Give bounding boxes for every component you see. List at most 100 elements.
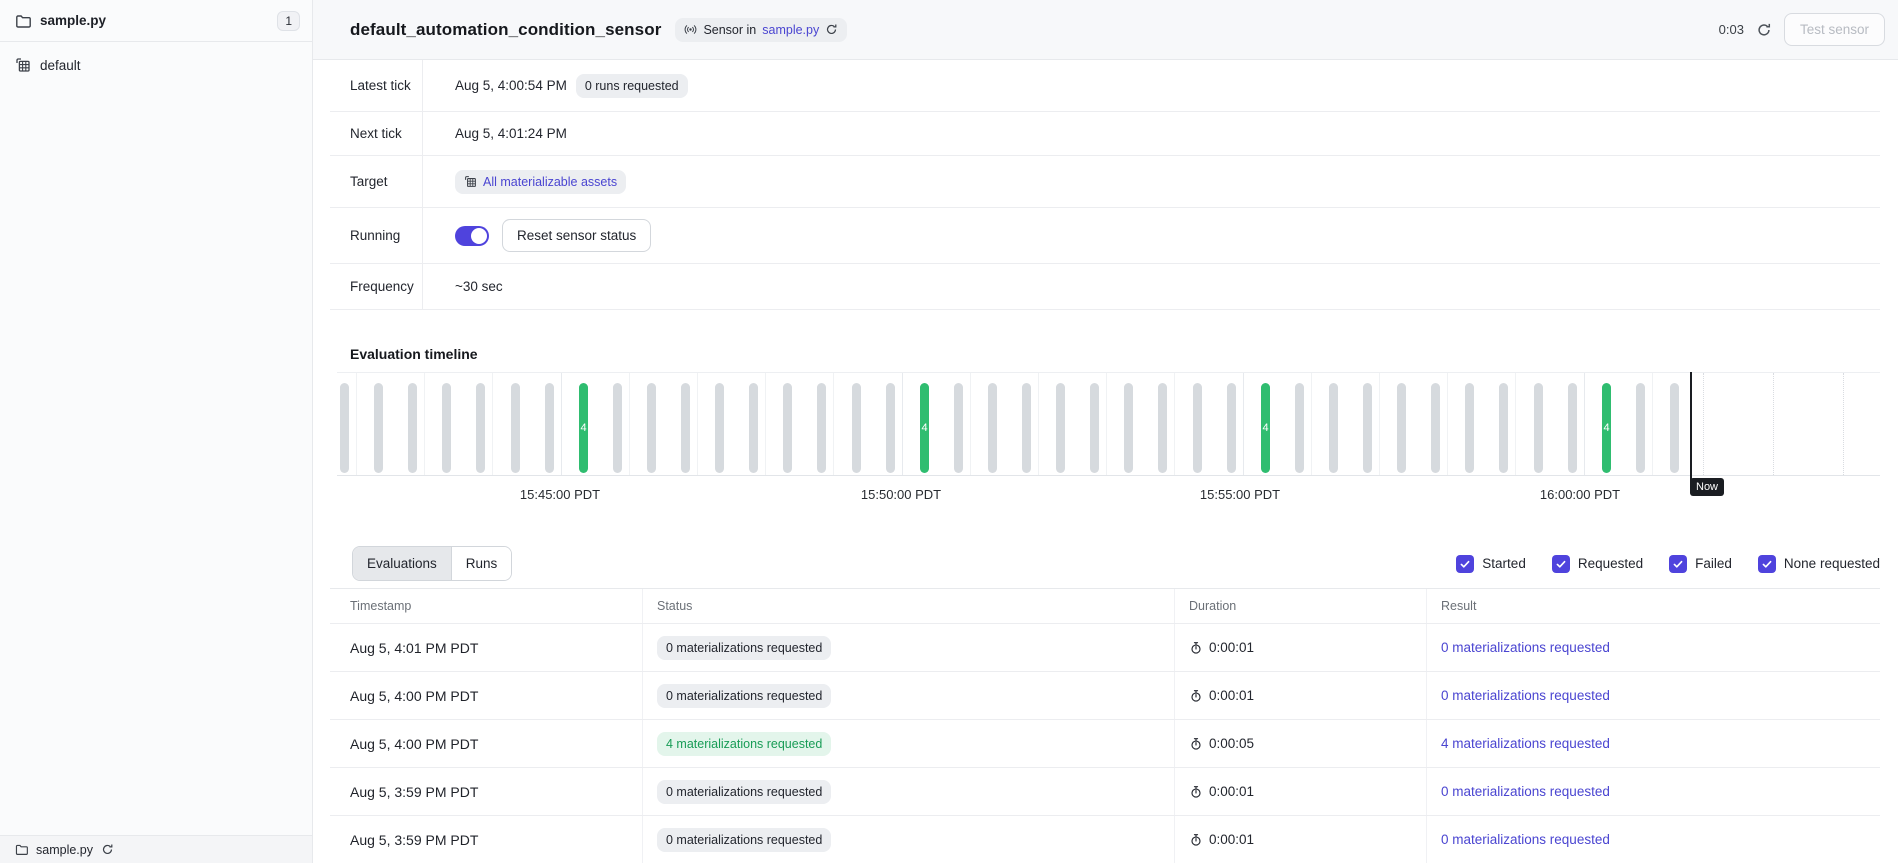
timeline-tick[interactable] — [1534, 383, 1543, 473]
timeline-tick[interactable] — [1090, 383, 1099, 473]
latest-tick-value: Aug 5, 4:00:54 PM — [455, 78, 567, 93]
timeline-gridline — [629, 373, 630, 475]
result-link[interactable]: 0 materializations requested — [1441, 688, 1610, 703]
reset-sensor-status-button[interactable]: Reset sensor status — [502, 219, 651, 252]
filter-checkbox-item[interactable]: None requested — [1758, 555, 1880, 573]
sidebar-item-default-group[interactable]: default — [0, 48, 312, 82]
timeline-tick[interactable] — [1465, 383, 1474, 473]
timeline-tick[interactable] — [647, 383, 656, 473]
status-cell: 0 materializations requested — [643, 672, 1175, 719]
timeline-tick[interactable] — [476, 383, 485, 473]
timeline-tick[interactable] — [681, 383, 690, 473]
timeline-gridline — [1584, 373, 1585, 475]
header-actions: 0:03 Test sensor — [1719, 13, 1885, 46]
timeline-tick-requested[interactable]: 4 — [1602, 383, 1611, 473]
timeline-tick[interactable] — [715, 383, 724, 473]
timeline-tick[interactable] — [1329, 383, 1338, 473]
timeline-gridline — [1174, 373, 1175, 475]
timeline-tick[interactable] — [1431, 383, 1440, 473]
timeline-tick[interactable] — [1158, 383, 1167, 473]
timeline-tick[interactable] — [1499, 383, 1508, 473]
timeline-gridline — [1311, 373, 1312, 475]
status-badge: 4 materializations requested — [657, 732, 831, 756]
result-link[interactable]: 0 materializations requested — [1441, 640, 1610, 655]
reload-location-icon[interactable] — [101, 843, 114, 856]
detail-label: Latest tick — [330, 60, 423, 111]
checkbox-checked-icon[interactable] — [1552, 555, 1570, 573]
result-link[interactable]: 0 materializations requested — [1441, 784, 1610, 799]
timeline-tick[interactable] — [1227, 383, 1236, 473]
filter-checkbox-item[interactable]: Requested — [1552, 555, 1643, 573]
timeline-tick[interactable] — [545, 383, 554, 473]
status-cell: 0 materializations requested — [643, 624, 1175, 671]
duration-value: 0:00:01 — [1209, 688, 1254, 703]
checkbox-checked-icon[interactable] — [1456, 555, 1474, 573]
timeline-tick[interactable] — [886, 383, 895, 473]
result-cell: 4 materializations requested — [1427, 720, 1880, 767]
test-sensor-button[interactable]: Test sensor — [1784, 13, 1885, 46]
now-marker-line — [1690, 372, 1692, 490]
timeline-tick[interactable] — [1397, 383, 1406, 473]
tab-runs[interactable]: Runs — [451, 547, 512, 580]
timeline-tick[interactable] — [817, 383, 826, 473]
main-panel: default_automation_condition_sensor Sens… — [313, 0, 1898, 863]
target-assets-label: All materializable assets — [483, 174, 617, 190]
timeline-gridline — [1038, 373, 1039, 475]
timeline-gridline — [1379, 373, 1380, 475]
timeline-tick[interactable] — [1193, 383, 1202, 473]
sidebar-footer: sample.py — [0, 835, 312, 863]
timer-icon — [1189, 641, 1203, 655]
filter-checkbox-item[interactable]: Started — [1456, 555, 1526, 573]
list-controls: Evaluations Runs Started Requested Faile… — [330, 546, 1880, 581]
timeline-tick[interactable] — [1022, 383, 1031, 473]
detail-label: Target — [330, 156, 423, 207]
duration-value: 0:00:01 — [1209, 832, 1254, 847]
sensor-icon — [684, 23, 697, 36]
timeline-tick[interactable] — [988, 383, 997, 473]
timeline-tick[interactable] — [442, 383, 451, 473]
timer-icon — [1189, 833, 1203, 847]
timeline-tick[interactable] — [852, 383, 861, 473]
timestamp-cell: Aug 5, 3:59 PM PDT — [330, 768, 643, 815]
view-tabs: Evaluations Runs — [352, 546, 512, 581]
reload-sensor-icon[interactable] — [825, 23, 838, 36]
refresh-icon[interactable] — [1756, 22, 1772, 38]
detail-row-target: Target All materializable assets — [330, 156, 1880, 208]
next-tick-value: Aug 5, 4:01:24 PM — [455, 126, 567, 141]
timeline-axis-label: 15:50:00 PDT — [861, 487, 941, 502]
running-toggle[interactable] — [455, 226, 489, 246]
timeline-tick[interactable] — [1636, 383, 1645, 473]
sidebar-item-code-location[interactable]: sample.py 1 — [0, 0, 312, 42]
result-cell: 0 materializations requested — [1427, 624, 1880, 671]
checkbox-checked-icon[interactable] — [1758, 555, 1776, 573]
timeline-tick[interactable] — [613, 383, 622, 473]
timeline-tick[interactable] — [374, 383, 383, 473]
timeline-axis-label: 16:00:00 PDT — [1540, 487, 1620, 502]
timeline-tick[interactable] — [1295, 383, 1304, 473]
timeline-tick[interactable] — [1056, 383, 1065, 473]
timeline-tick-requested[interactable]: 4 — [920, 383, 929, 473]
timeline-tick[interactable] — [1568, 383, 1577, 473]
result-link[interactable]: 0 materializations requested — [1441, 832, 1610, 847]
timeline-tick[interactable] — [340, 383, 349, 473]
timeline-tick[interactable] — [1670, 383, 1679, 473]
timeline-tick[interactable] — [783, 383, 792, 473]
column-header-status: Status — [643, 589, 1175, 623]
target-assets-pill[interactable]: All materializable assets — [455, 170, 626, 194]
timeline-tick[interactable] — [954, 383, 963, 473]
timeline-gridline — [1652, 373, 1653, 475]
timeline-tick[interactable] — [511, 383, 520, 473]
timeline-tick[interactable] — [1124, 383, 1133, 473]
checkbox-checked-icon[interactable] — [1669, 555, 1687, 573]
timeline-tick[interactable] — [749, 383, 758, 473]
result-link[interactable]: 4 materializations requested — [1441, 736, 1610, 751]
timeline-tick-requested[interactable]: 4 — [1261, 383, 1270, 473]
sensor-file-link[interactable]: sample.py — [762, 23, 819, 37]
timestamp-cell: Aug 5, 4:01 PM PDT — [330, 624, 643, 671]
timeline-tick-requested[interactable]: 4 — [579, 383, 588, 473]
filter-checkbox-item[interactable]: Failed — [1669, 555, 1732, 573]
tab-evaluations[interactable]: Evaluations — [353, 547, 451, 580]
timeline-tick[interactable] — [1363, 383, 1372, 473]
page-header: default_automation_condition_sensor Sens… — [313, 0, 1898, 60]
timeline-tick[interactable] — [408, 383, 417, 473]
